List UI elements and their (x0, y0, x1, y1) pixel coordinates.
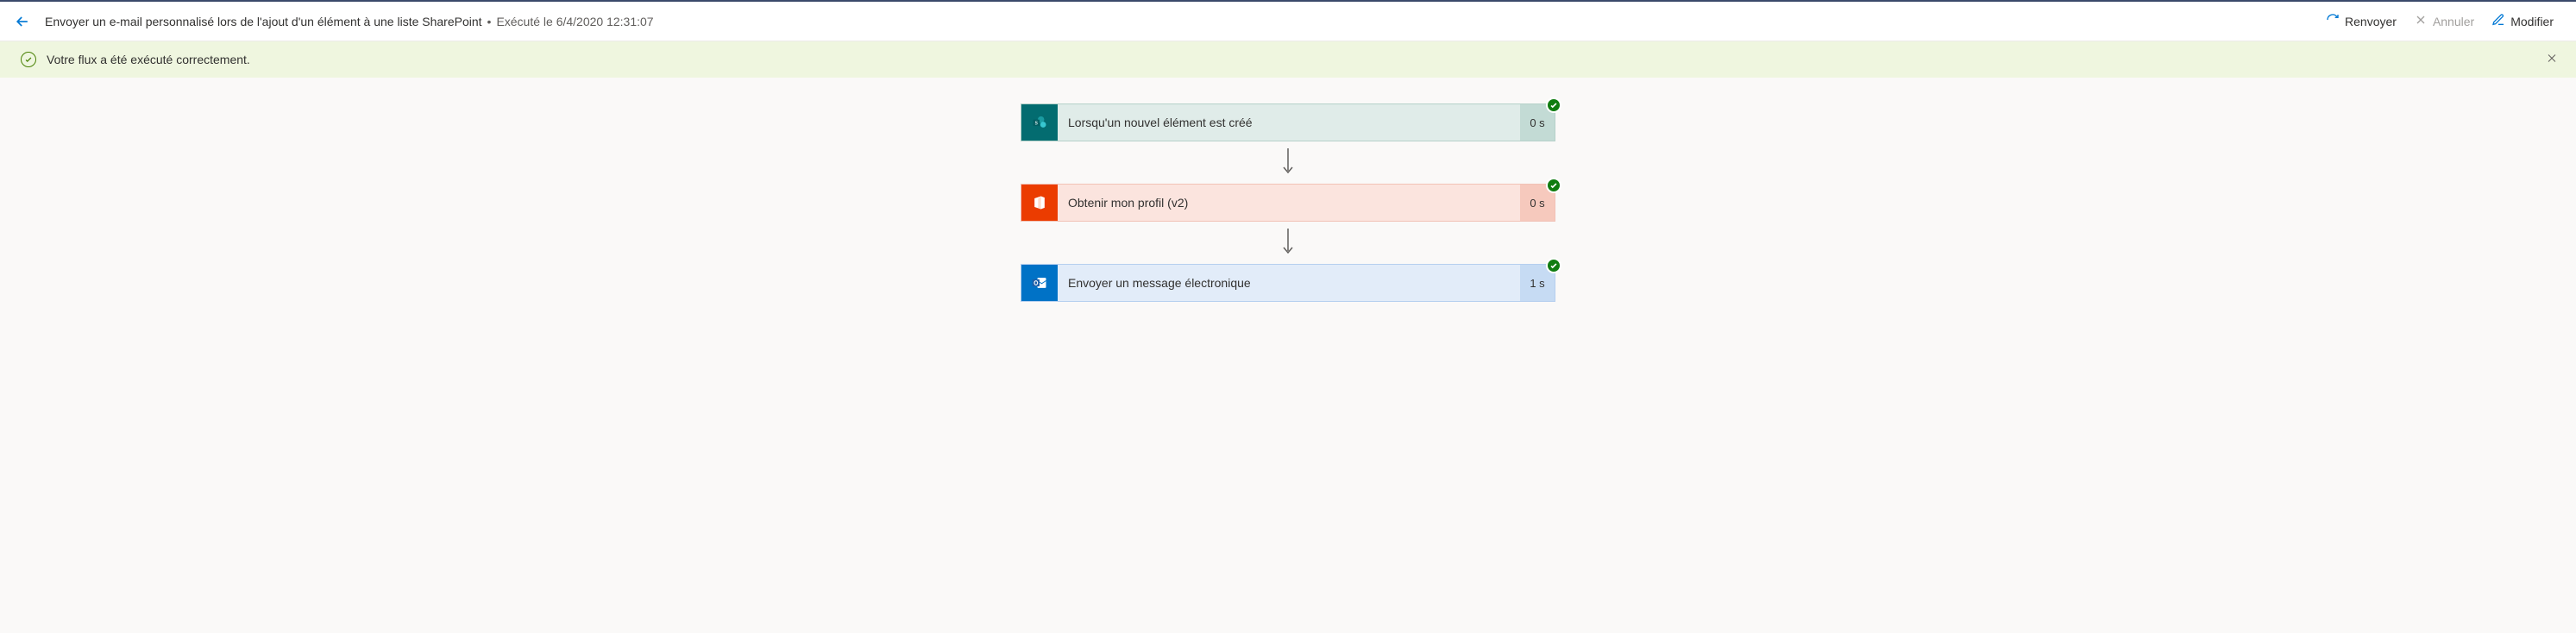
success-badge-icon (1546, 178, 1561, 193)
connector-arrow-icon (1280, 147, 1296, 179)
outlook-icon (1021, 265, 1058, 301)
flow-canvas: S Lorsqu'un nouvel élément est créé 0 s … (0, 78, 2576, 336)
page-header: Envoyer un e-mail personnalisé lors de l… (0, 0, 2576, 41)
connector-arrow-icon (1280, 227, 1296, 259)
edit-label: Modifier (2510, 15, 2554, 28)
edit-button[interactable]: Modifier (2483, 9, 2562, 33)
step-sharepoint-trigger[interactable]: S Lorsqu'un nouvel élément est créé 0 s (1021, 103, 1555, 141)
step-label: Obtenir mon profil (v2) (1058, 185, 1520, 221)
cancel-button: Annuler (2405, 9, 2483, 33)
resend-button[interactable]: Renvoyer (2317, 9, 2405, 33)
pencil-icon (2491, 13, 2505, 29)
success-message: Votre flux a été exécuté correctement. (47, 53, 250, 66)
step-label: Lorsqu'un nouvel élément est créé (1058, 104, 1520, 141)
title-separator: • (487, 15, 492, 28)
sharepoint-icon: S (1021, 104, 1058, 141)
dismiss-banner-button[interactable] (2545, 52, 2559, 68)
resend-label: Renvoyer (2345, 15, 2397, 28)
back-button[interactable] (14, 13, 31, 30)
step-label: Envoyer un message électronique (1058, 265, 1520, 301)
close-icon (2414, 13, 2428, 29)
executed-timestamp: Exécuté le 6/4/2020 12:31:07 (496, 15, 653, 28)
step-office-profile[interactable]: Obtenir mon profil (v2) 0 s (1021, 184, 1555, 222)
success-badge-icon (1546, 97, 1561, 113)
svg-text:S: S (1035, 122, 1038, 127)
success-check-icon (21, 52, 36, 67)
step-outlook-email[interactable]: Envoyer un message électronique 1 s (1021, 264, 1555, 302)
flow-title: Envoyer un e-mail personnalisé lors de l… (45, 15, 482, 28)
office-icon (1021, 185, 1058, 221)
success-banner: Votre flux a été exécuté correctement. (0, 41, 2576, 78)
success-badge-icon (1546, 258, 1561, 273)
cancel-label: Annuler (2433, 15, 2474, 28)
refresh-icon (2326, 13, 2340, 29)
